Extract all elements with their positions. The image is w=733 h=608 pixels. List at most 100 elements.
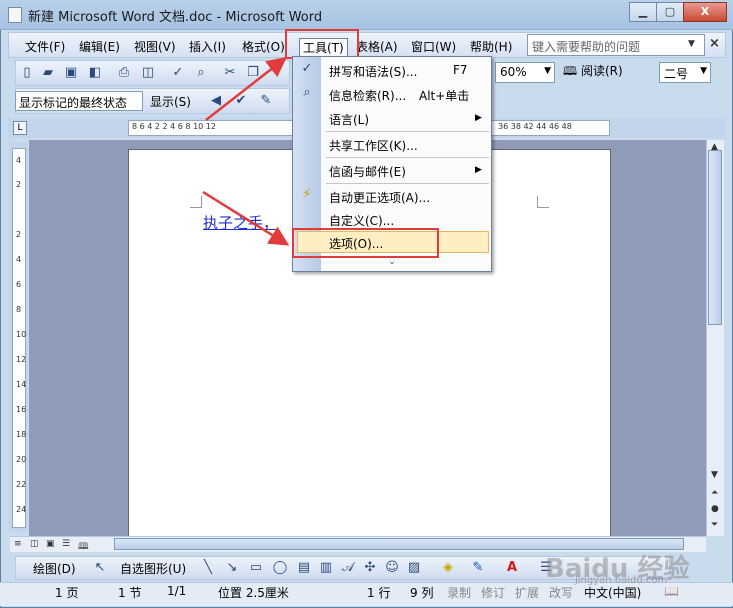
font-size-value: 二号 xyxy=(664,67,689,81)
menu-view[interactable]: 视图(V) xyxy=(134,38,176,55)
tools-menu-item-spelling[interactable]: 拼写和语法(S)... xyxy=(329,63,417,80)
zoom-select[interactable]: 60% ▼ xyxy=(495,62,555,83)
status-section: 1 节 xyxy=(118,586,142,600)
accept-change-icon[interactable]: ✔ xyxy=(233,93,249,109)
web-view-icon[interactable]: ◫ xyxy=(30,539,39,549)
save-icon[interactable]: ▣ xyxy=(63,65,79,81)
autocorrect-icon: ⚡ xyxy=(302,187,312,202)
vertical-scroll-thumb[interactable] xyxy=(708,150,722,325)
tab-selector-icon[interactable]: L xyxy=(13,121,27,135)
arrow-icon[interactable]: ↘ xyxy=(224,560,240,576)
book-icon: 🕮 xyxy=(563,64,578,78)
spelling-icon[interactable]: ✓ xyxy=(170,65,186,81)
read-button[interactable]: 🕮 阅读(R) xyxy=(563,62,623,83)
tools-menu-item-customize[interactable]: 自定义(C)... xyxy=(329,212,394,229)
minimize-button[interactable]: ▁ xyxy=(629,2,657,22)
maximize-button[interactable]: ▢ xyxy=(656,2,684,22)
shortcut-research: Alt+单击 xyxy=(419,89,470,103)
copy-icon[interactable]: ❐ xyxy=(245,65,261,81)
show-button[interactable]: 显示(S) xyxy=(150,93,191,110)
new-doc-icon[interactable]: ▯ xyxy=(19,65,35,81)
previous-page-icon[interactable]: ⏶ xyxy=(711,488,718,498)
document-text[interactable]: 执子之手， xyxy=(203,212,278,233)
chevron-down-icon[interactable]: ▼ xyxy=(688,39,695,49)
vruler-number: 20 xyxy=(16,455,27,464)
menu-insert[interactable]: 插入(I) xyxy=(189,38,226,55)
open-folder-icon[interactable]: ▰ xyxy=(40,65,56,81)
print-view-icon[interactable]: ▣ xyxy=(46,539,55,549)
print-icon[interactable]: ⎙ xyxy=(116,65,132,81)
ruler-numbers-left: 8 6 4 2 2 4 6 8 10 12 xyxy=(132,122,216,131)
picture-icon[interactable]: ▨ xyxy=(406,560,422,576)
options-highlight-box xyxy=(292,228,439,258)
status-extend[interactable]: 扩展 xyxy=(515,584,539,602)
font-size-select[interactable]: 二号 ▼ xyxy=(659,62,711,83)
diagram-icon[interactable]: ✣ xyxy=(362,560,378,576)
menu-table[interactable]: 表格(A) xyxy=(356,38,398,55)
menu-window[interactable]: 窗口(W) xyxy=(411,38,456,55)
line-icon[interactable]: ╲ xyxy=(200,560,216,576)
wordart-icon[interactable]: 𝒜 xyxy=(340,560,356,576)
line-color-icon[interactable]: ✎ xyxy=(470,560,486,576)
research-icon[interactable]: ⌕ xyxy=(193,65,209,81)
status-record[interactable]: 录制 xyxy=(447,584,471,602)
status-overtype[interactable]: 改写 xyxy=(549,584,573,602)
markup-display-select[interactable]: 显示标记的最终状态 xyxy=(15,91,143,111)
menu-help[interactable]: 帮助(H) xyxy=(470,38,512,55)
fill-color-icon[interactable]: ◈ xyxy=(440,560,456,576)
vruler-number: 2 xyxy=(16,180,22,189)
status-column: 9 列 xyxy=(410,586,434,600)
chevron-down-icon: ▼ xyxy=(544,66,551,76)
help-search-input[interactable]: 键入需要帮助的问题 xyxy=(527,34,705,56)
status-track-changes[interactable]: 修订 xyxy=(481,584,505,602)
next-page-icon[interactable]: ⏷ xyxy=(711,520,718,530)
font-color-icon[interactable]: A xyxy=(504,560,520,576)
oval-icon[interactable]: ◯ xyxy=(272,560,288,576)
close-icon[interactable]: × xyxy=(709,36,720,51)
browse-object-icon[interactable]: ● xyxy=(711,504,719,514)
tools-menu-item-shared-workspace[interactable]: 共享工作区(K)... xyxy=(329,137,418,154)
reject-change-icon[interactable]: ✎ xyxy=(258,93,274,109)
menu-separator xyxy=(326,183,489,184)
menu-separator xyxy=(326,157,489,158)
menu-edit[interactable]: 编辑(E) xyxy=(79,38,120,55)
menu-separator xyxy=(326,131,489,132)
autoshapes-button[interactable]: 自选图形(U) xyxy=(120,560,186,577)
shortcut-spelling: F7 xyxy=(453,63,468,77)
vruler-number: 16 xyxy=(16,405,27,414)
tools-menu-item-research[interactable]: 信息检索(R)... xyxy=(329,87,406,104)
submenu-arrow-icon: ▶ xyxy=(475,113,482,123)
clipart-icon[interactable]: ☺ xyxy=(384,560,400,576)
permission-icon[interactable]: ◧ xyxy=(87,65,103,81)
vruler-number: 6 xyxy=(16,280,22,289)
margin-mark xyxy=(190,196,202,208)
status-page: 1 页 xyxy=(55,586,79,600)
print-preview-icon[interactable]: ◫ xyxy=(140,65,156,81)
spelling-status-icon[interactable]: 📖 xyxy=(664,584,679,602)
draw-menu-button[interactable]: 绘图(D) xyxy=(33,560,76,577)
close-button[interactable]: X xyxy=(683,2,727,22)
tools-menu-item-letters-mailings[interactable]: 信函与邮件(E) xyxy=(329,163,406,180)
tools-menu-item-language[interactable]: 语言(L) xyxy=(329,111,369,128)
previous-change-icon[interactable]: ◀ xyxy=(208,93,224,109)
menu-format[interactable]: 格式(O) xyxy=(242,38,285,55)
select-pointer-icon[interactable]: ↖ xyxy=(92,560,108,576)
normal-view-icon[interactable]: ≡ xyxy=(14,539,22,549)
cut-icon[interactable]: ✂ xyxy=(222,65,238,81)
scroll-down-icon[interactable]: ▼ xyxy=(711,470,718,480)
status-pages: 1/1 xyxy=(167,584,187,598)
expand-menu-icon[interactable]: ⌄ xyxy=(385,257,399,269)
rectangle-icon[interactable]: ▭ xyxy=(248,560,264,576)
research-icon: ⌕ xyxy=(303,85,311,100)
textbox-icon[interactable]: ▤ xyxy=(296,560,312,576)
vruler-number: 14 xyxy=(16,380,27,389)
tools-menu-highlight-box xyxy=(285,29,359,59)
margin-mark xyxy=(537,196,549,208)
menu-file[interactable]: 文件(F) xyxy=(25,38,65,55)
vruler-number: 8 xyxy=(16,305,22,314)
tools-menu-item-autocorrect[interactable]: 自动更正选项(A)... xyxy=(329,189,430,206)
window-controls: ▁ ▢ X xyxy=(629,2,727,22)
reading-view-icon[interactable]: 🕮 xyxy=(78,539,89,555)
outline-view-icon[interactable]: ☰ xyxy=(62,539,70,549)
vertical-textbox-icon[interactable]: ▥ xyxy=(318,560,334,576)
